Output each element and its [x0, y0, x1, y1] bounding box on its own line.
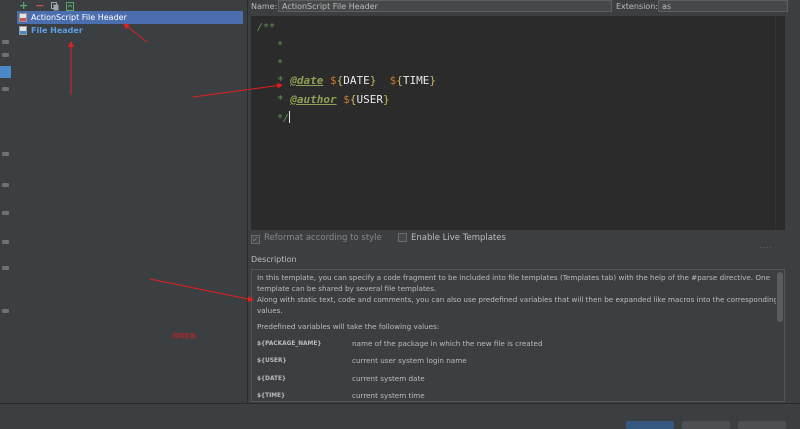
- template-header: Name: Extension:: [248, 0, 800, 13]
- extension-label: Extension:: [616, 2, 658, 11]
- name-field[interactable]: [278, 0, 612, 12]
- variable-row: ${TIME} current system time: [257, 391, 779, 401]
- code-line: *: [277, 40, 284, 51]
- code-line: * @date ${DATE} ${TIME}: [277, 74, 436, 87]
- reformat-checkbox[interactable]: ✓: [251, 235, 260, 244]
- template-item[interactable]: ActionScript File Header: [17, 11, 243, 24]
- variable-row: ${PACKAGE_NAME} name of the package in wh…: [257, 339, 779, 357]
- variable-name: ${USER}: [257, 358, 287, 364]
- strip-icon[interactable]: [2, 87, 9, 91]
- template-list-panel: + − ActionScript File Header File Header: [13, 0, 248, 403]
- reformat-label: Reformat according to style: [264, 233, 382, 243]
- description-paragraph: Along with static text, code and comment…: [257, 295, 779, 315]
- strip-icon[interactable]: [2, 53, 9, 57]
- variable-desc: current system time: [352, 391, 425, 400]
- description-paragraph: In this template, you can specify a code…: [257, 273, 770, 293]
- template-toolbar: + −: [19, 0, 75, 11]
- splitter-handle[interactable]: ....: [760, 242, 773, 250]
- variable-name: ${TIME}: [257, 393, 286, 399]
- file-template-icon: [19, 26, 27, 35]
- template-tree: ActionScript File Header File Header: [17, 11, 243, 37]
- variable-name: ${DATE}: [257, 375, 287, 382]
- variable-desc: name of the package in which the new fil…: [352, 338, 543, 348]
- cancel-button[interactable]: [682, 421, 730, 429]
- variable-desc: current user system login name: [352, 356, 467, 365]
- scrollbar-thumb[interactable]: [777, 272, 783, 322]
- code-line: *: [277, 58, 284, 69]
- code-line: * @author ${USER}: [277, 93, 390, 106]
- live-templates-label: Enable Live Templates: [411, 233, 506, 243]
- template-item-label: File Header: [31, 26, 83, 35]
- strip-icon[interactable]: [2, 183, 9, 187]
- minus-icon[interactable]: −: [35, 0, 44, 11]
- code-line: /**: [257, 22, 276, 33]
- strip-icon[interactable]: [2, 152, 9, 156]
- variable-desc: current system date: [352, 373, 425, 383]
- code-line: */: [277, 111, 291, 124]
- extension-field[interactable]: [658, 0, 788, 12]
- strip-icon[interactable]: [2, 240, 9, 244]
- description-label: Description: [251, 255, 297, 264]
- left-tool-strip: [0, 0, 14, 425]
- description-scrollbar[interactable]: [776, 270, 784, 401]
- template-item[interactable]: File Header: [17, 24, 243, 37]
- reformat-option[interactable]: ✓ Reformat according to style: [251, 233, 382, 244]
- strip-icon[interactable]: [2, 40, 9, 44]
- annotation-text: 说明信息: [172, 333, 197, 340]
- strip-icon[interactable]: [2, 266, 9, 270]
- name-label: Name:: [251, 2, 278, 11]
- template-code-editor[interactable]: /** * * * @date ${DATE} ${TIME} * @autho…: [251, 16, 785, 230]
- ok-button[interactable]: [626, 421, 674, 429]
- variable-row: ${DATE} current system date: [257, 374, 779, 392]
- live-templates-checkbox[interactable]: [398, 233, 407, 242]
- strip-icon[interactable]: [2, 309, 9, 313]
- strip-selected-icon[interactable]: [0, 66, 11, 78]
- file-template-icon: [19, 13, 27, 22]
- variable-name: ${PACKAGE_NAME}: [257, 340, 322, 347]
- plus-icon[interactable]: +: [19, 0, 28, 11]
- dialog-footer: [0, 403, 800, 429]
- variable-row: ${USER} current user system login name: [257, 356, 779, 374]
- template-editor-panel: Name: Extension: /** * * * @date ${DATE}…: [248, 0, 800, 403]
- strip-icon[interactable]: [2, 211, 9, 215]
- editor-scrollbar[interactable]: [775, 16, 785, 230]
- text-caret: [289, 111, 291, 123]
- apply-button[interactable]: [738, 421, 786, 429]
- template-item-label: ActionScript File Header: [31, 13, 127, 22]
- live-templates-option[interactable]: Enable Live Templates: [398, 233, 506, 243]
- description-box: In this template, you can specify a code…: [251, 269, 785, 402]
- description-paragraph: Predefined variables will take the follo…: [257, 322, 440, 331]
